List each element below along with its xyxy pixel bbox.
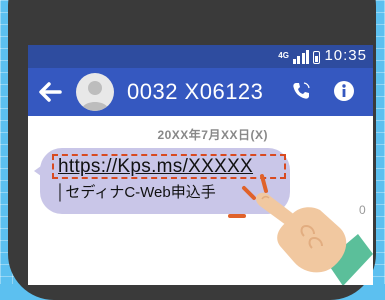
phone-screen: 4G 10:35 0032 X06123 20XX年7月XX日(X) https… bbox=[28, 45, 373, 285]
status-time: 10:35 bbox=[324, 47, 367, 64]
pointing-hand-icon bbox=[228, 174, 373, 285]
conversation-header: 0032 X06123 bbox=[28, 68, 373, 116]
phone-icon[interactable] bbox=[290, 80, 312, 102]
status-indicators: 4G 10:35 bbox=[278, 48, 367, 64]
network-type-label: 4G bbox=[278, 51, 289, 60]
info-icon[interactable] bbox=[333, 80, 355, 102]
message-text-line: │セディナC-Web申込手 bbox=[56, 184, 216, 201]
message-thread: 20XX年7月XX日(X) https://Kps.ms/XXXXX │セディナ… bbox=[28, 116, 373, 285]
back-arrow-icon[interactable] bbox=[34, 76, 66, 108]
contact-avatar[interactable] bbox=[76, 73, 114, 111]
signal-icon bbox=[292, 50, 310, 64]
status-bar: 4G 10:35 bbox=[28, 45, 373, 68]
battery-icon bbox=[313, 51, 321, 64]
person-avatar-icon bbox=[81, 81, 109, 111]
contact-title: 0032 X06123 bbox=[127, 79, 264, 104]
